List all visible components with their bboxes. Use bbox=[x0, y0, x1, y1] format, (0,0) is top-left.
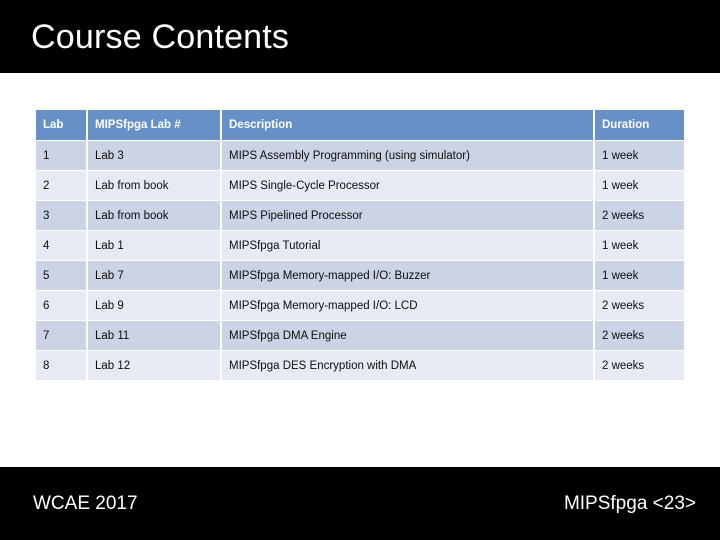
cell-lab: 2 bbox=[36, 171, 88, 201]
cell-duration: 1 week bbox=[595, 141, 684, 171]
cell-lab: 4 bbox=[36, 231, 88, 261]
table-head: Lab MIPSfpga Lab # Description Duration bbox=[36, 110, 684, 141]
cell-description: MIPS Single-Cycle Processor bbox=[222, 171, 595, 201]
cell-mipsfpga-lab: Lab 9 bbox=[88, 291, 222, 321]
cell-duration: 2 weeks bbox=[595, 201, 684, 231]
cell-duration: 1 week bbox=[595, 261, 684, 291]
course-contents-table-container: Lab MIPSfpga Lab # Description Duration … bbox=[36, 110, 684, 380]
table-header-row: Lab MIPSfpga Lab # Description Duration bbox=[36, 110, 684, 141]
cell-mipsfpga-lab: Lab 1 bbox=[88, 231, 222, 261]
cell-lab: 1 bbox=[36, 141, 88, 171]
title-banner: Course Contents bbox=[0, 0, 720, 73]
cell-description: MIPSfpga Memory-mapped I/O: LCD bbox=[222, 291, 595, 321]
column-header-mipsfpga-lab: MIPSfpga Lab # bbox=[88, 110, 222, 141]
course-contents-table: Lab MIPSfpga Lab # Description Duration … bbox=[36, 110, 684, 380]
cell-duration: 1 week bbox=[595, 231, 684, 261]
page-title: Course Contents bbox=[31, 18, 290, 56]
cell-mipsfpga-lab: Lab 11 bbox=[88, 321, 222, 351]
cell-mipsfpga-lab: Lab 7 bbox=[88, 261, 222, 291]
cell-description: MIPS Assembly Programming (using simulat… bbox=[222, 141, 595, 171]
cell-lab: 7 bbox=[36, 321, 88, 351]
cell-lab: 8 bbox=[36, 351, 88, 380]
slide: Course Contents Lab MIPSfpga Lab # Descr… bbox=[0, 0, 720, 540]
cell-lab: 3 bbox=[36, 201, 88, 231]
cell-description: MIPSfpga Tutorial bbox=[222, 231, 595, 261]
column-header-description: Description bbox=[222, 110, 595, 141]
table-row: 5 Lab 7 MIPSfpga Memory-mapped I/O: Buzz… bbox=[36, 261, 684, 291]
cell-duration: 2 weeks bbox=[595, 351, 684, 380]
column-header-duration: Duration bbox=[595, 110, 684, 141]
cell-mipsfpga-lab: Lab from book bbox=[88, 201, 222, 231]
footer-banner: WCAE 2017 MIPSfpga <23> bbox=[0, 467, 720, 540]
cell-mipsfpga-lab: Lab 3 bbox=[88, 141, 222, 171]
cell-lab: 5 bbox=[36, 261, 88, 291]
table-row: 6 Lab 9 MIPSfpga Memory-mapped I/O: LCD … bbox=[36, 291, 684, 321]
cell-description: MIPSfpga DMA Engine bbox=[222, 321, 595, 351]
table-row: 7 Lab 11 MIPSfpga DMA Engine 2 weeks bbox=[36, 321, 684, 351]
cell-description: MIPSfpga DES Encryption with DMA bbox=[222, 351, 595, 380]
cell-description: MIPSfpga Memory-mapped I/O: Buzzer bbox=[222, 261, 595, 291]
table-row: 4 Lab 1 MIPSfpga Tutorial 1 week bbox=[36, 231, 684, 261]
footer-slide-label: MIPSfpga <23> bbox=[563, 493, 696, 514]
table-row: 1 Lab 3 MIPS Assembly Programming (using… bbox=[36, 141, 684, 171]
table-body: 1 Lab 3 MIPS Assembly Programming (using… bbox=[36, 141, 684, 380]
column-header-lab: Lab bbox=[36, 110, 88, 141]
cell-lab: 6 bbox=[36, 291, 88, 321]
cell-description: MIPS Pipelined Processor bbox=[222, 201, 595, 231]
cell-mipsfpga-lab: Lab 12 bbox=[88, 351, 222, 380]
table-row: 8 Lab 12 MIPSfpga DES Encryption with DM… bbox=[36, 351, 684, 380]
table-row: 3 Lab from book MIPS Pipelined Processor… bbox=[36, 201, 684, 231]
cell-duration: 2 weeks bbox=[595, 291, 684, 321]
table-row: 2 Lab from book MIPS Single-Cycle Proces… bbox=[36, 171, 684, 201]
cell-duration: 1 week bbox=[595, 171, 684, 201]
cell-duration: 2 weeks bbox=[595, 321, 684, 351]
footer-conference-label: WCAE 2017 bbox=[33, 493, 138, 514]
cell-mipsfpga-lab: Lab from book bbox=[88, 171, 222, 201]
